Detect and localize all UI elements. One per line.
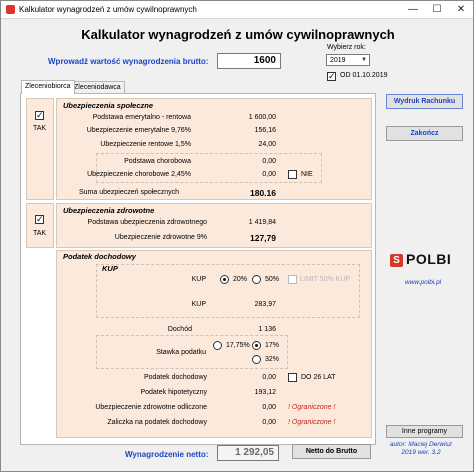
- rate-radio-1775[interactable]: [213, 341, 222, 350]
- social-title: Ubezpieczenia społeczne: [63, 101, 154, 110]
- social-sum-value: 180.16: [250, 188, 276, 198]
- chevron-down-icon: ▼: [361, 57, 367, 63]
- kup-value-label: KUP: [191, 301, 206, 308]
- social-row-value: 156,16: [254, 127, 276, 134]
- app-icon: [6, 5, 15, 14]
- date-checkbox-label: OD 01.10.2019: [340, 72, 388, 79]
- year-select-value: 2019: [330, 57, 346, 64]
- kup-radio-20[interactable]: [220, 275, 229, 284]
- sickness-row-value: 0,00: [262, 158, 276, 165]
- polbi-url-link[interactable]: www.polbi.pl: [405, 279, 441, 286]
- rate-radio-17-label: 17%: [265, 342, 280, 349]
- health-row-value: 1 419,84: [248, 219, 276, 226]
- tax-row-value: 193,12: [254, 389, 276, 396]
- maximize-button[interactable]: ☐: [425, 1, 449, 19]
- kup-radio-50-label: 50%: [265, 276, 280, 283]
- polbi-logo-icon: S: [390, 254, 403, 267]
- limited-note: ! Ograniczone !: [288, 419, 336, 426]
- income-value: 1 136: [258, 326, 276, 333]
- social-row-label: Podstawa emerytalno - rentowa: [92, 114, 191, 121]
- page-title: Kalkulator wynagrodzeń z umów cywilnopra…: [81, 27, 395, 42]
- tax-rate-label: Stawka podatku: [156, 349, 206, 356]
- sickness-row-label: Podstawa chorobowa: [124, 158, 191, 165]
- kup-label: KUP: [191, 276, 206, 283]
- rate-radio-32-label: 32%: [265, 356, 280, 363]
- gross-input[interactable]: 1600: [217, 53, 281, 69]
- sickness-row-label: Ubezpieczenie chorobowe 2,45%: [87, 171, 191, 178]
- limited-note: ! Ograniczone !: [288, 404, 336, 411]
- rate-radio-1775-label: 17,75%: [226, 342, 250, 349]
- social-row-label: Ubezpieczenie rentowe 1,5%: [100, 141, 191, 148]
- under26-label: DO 26 LAT: [301, 374, 336, 381]
- tax-row-value: 0,00: [262, 404, 276, 411]
- net-output: 1 292,05: [217, 445, 279, 461]
- health-enabled-label: TAK: [33, 230, 47, 237]
- sickness-checkbox-label: NIE: [301, 171, 313, 178]
- tax-row-label: Podatek hipotetyczny: [140, 389, 207, 396]
- window-title: Kalkulator wynagrodzeń z umów cywilnopra…: [19, 5, 197, 14]
- social-sum-label: Suma ubezpieczeń społecznych: [78, 189, 179, 196]
- tax-row-value: 0,00: [262, 374, 276, 381]
- author-line: autor: Maciej Derwisz: [389, 441, 453, 448]
- net-label: Wynagrodzenie netto:: [125, 450, 209, 459]
- kup-limit-label: LIMIT 50% KUP: [300, 276, 351, 283]
- year-select[interactable]: 2019 ▼: [326, 54, 370, 66]
- rate-radio-32[interactable]: [252, 355, 261, 364]
- version-line: 2019 wer. 3.2: [401, 449, 441, 456]
- kup-value: 283,97: [254, 301, 276, 308]
- health-row-label: Ubezpieczenie zdrowotne 9%: [114, 234, 207, 241]
- sickness-checkbox[interactable]: [288, 170, 297, 179]
- tax-row-label: Podatek dochodowy: [143, 374, 207, 381]
- kup-subgroup: [96, 264, 360, 318]
- year-label: Wybierz rok:: [327, 44, 366, 51]
- social-row-label: Ubezpieczenie emerytalne 9,76%: [86, 127, 191, 134]
- social-row-value: 24,00: [258, 141, 276, 148]
- tax-row-value: 0,00: [262, 419, 276, 426]
- print-button[interactable]: Wydruk Rachunku: [386, 94, 463, 109]
- sickness-row-value: 0,00: [262, 171, 276, 178]
- close-button[interactable]: ✕: [449, 1, 473, 19]
- social-row-value: 1 600,00: [248, 114, 276, 121]
- health-toggle-panel: [26, 203, 54, 248]
- health-row-label: Podstawa ubezpieczenia zdrowotnego: [87, 219, 207, 226]
- rate-radio-17[interactable]: [252, 341, 261, 350]
- kup-limit-checkbox[interactable]: [288, 275, 297, 284]
- tax-row-label: Zaliczka na podatek dochodowy: [107, 419, 207, 426]
- health-checkbox[interactable]: [35, 213, 44, 225]
- kup-radio-20-label: 20%: [233, 276, 248, 283]
- minimize-button[interactable]: —: [401, 1, 425, 19]
- under26-checkbox[interactable]: [288, 373, 297, 382]
- net-to-gross-button[interactable]: Netto do Brutto: [292, 444, 371, 459]
- title-bar: Kalkulator wynagrodzeń z umów cywilnopra…: [1, 1, 473, 19]
- polbi-logo-text: POLBI: [406, 251, 452, 267]
- health-row-value: 127,79: [250, 233, 276, 243]
- other-programs-button[interactable]: Inne programy: [386, 425, 463, 438]
- author-credit: autor: Maciej Derwisz 2019 wer. 3.2: [381, 441, 461, 457]
- app-window: Kalkulator wynagrodzeń z umów cywilnopra…: [0, 0, 474, 472]
- tab-zleceniobiorca[interactable]: Zleceniobiorca: [21, 80, 75, 94]
- date-checkbox[interactable]: [327, 70, 336, 82]
- gross-label: Wprowadź wartość wynagrodzenia brutto:: [48, 57, 209, 66]
- tax-title: Podatek dochodowy: [63, 252, 136, 261]
- exit-button[interactable]: Zakończ: [386, 126, 463, 141]
- tax-row-label: Ubezpieczenie zdrowotne odliczone: [95, 404, 207, 411]
- income-label: Dochód: [167, 326, 192, 333]
- health-title: Ubezpieczenia zdrowotne: [63, 206, 155, 215]
- kup-radio-50[interactable]: [252, 275, 261, 284]
- kup-title: KUP: [102, 264, 118, 273]
